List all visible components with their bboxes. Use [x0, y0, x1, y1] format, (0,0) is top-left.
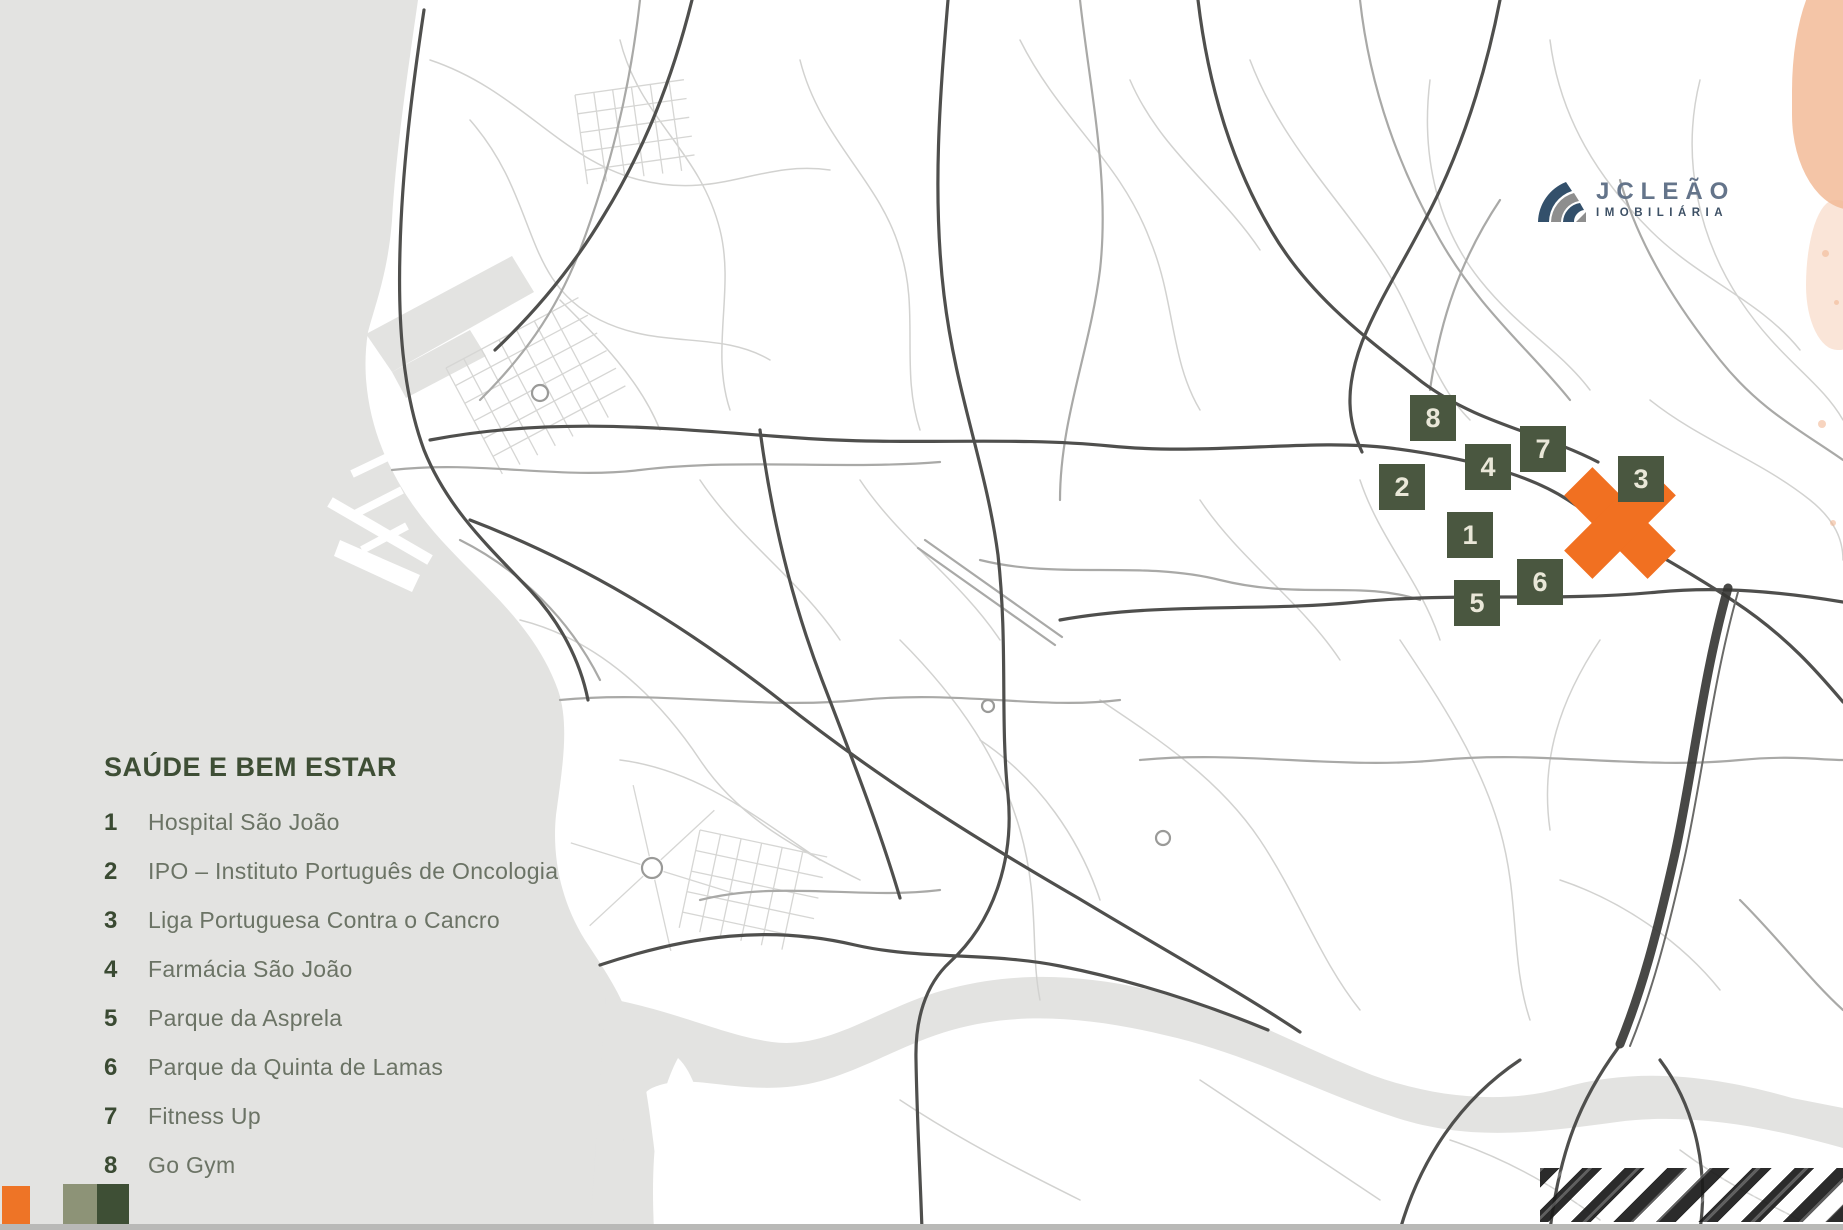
legend-item: 4 Farmácia São João — [104, 956, 584, 1005]
legend-item-number: 3 — [104, 907, 128, 935]
legend-item-number: 2 — [104, 858, 128, 886]
legend-panel: SAÚDE E BEM ESTAR 1 Hospital São João 2 IPO… — [104, 752, 584, 1201]
legend-item-label: Parque da Asprela — [148, 1005, 342, 1032]
company-logo: JCLEÃO IMOBILIÁRIA — [1536, 180, 1735, 226]
map-marker-3: 3 — [1618, 456, 1664, 502]
map-marker-6: 6 — [1517, 559, 1563, 605]
palette-swatch-sage-green — [63, 1184, 97, 1226]
legend-item-number: 8 — [104, 1152, 128, 1180]
legend-item-label: Parque da Quinta de Lamas — [148, 1054, 443, 1081]
page-bottom-strip — [0, 1224, 1843, 1230]
legend-item-number: 7 — [104, 1103, 128, 1131]
legend-item-label: IPO – Instituto Português de Oncologia — [148, 858, 558, 885]
legend-item: 1 Hospital São João — [104, 809, 584, 858]
highlight-dot — [1818, 420, 1826, 428]
legend-item-label: Liga Portuguesa Contra o Cancro — [148, 907, 500, 934]
logo-name: JCLEÃO — [1596, 180, 1735, 204]
map-page: 87423165 JCLEÃO IMOBILIÁRIA SAÚDE E BEM … — [0, 0, 1843, 1230]
legend-item-number: 5 — [104, 1005, 128, 1033]
legend-item-label: Hospital São João — [148, 809, 340, 836]
map-marker-4: 4 — [1465, 444, 1511, 490]
legend-item: 7 Fitness Up — [104, 1103, 584, 1152]
legend-item: 6 Parque da Quinta de Lamas — [104, 1054, 584, 1103]
palette-swatch-dark-green — [97, 1184, 129, 1226]
legend-item-label: Farmácia São João — [148, 956, 353, 983]
legend-list: 1 Hospital São João 2 IPO – Instituto Portu… — [104, 809, 584, 1201]
legend-item-label: Go Gym — [148, 1152, 235, 1179]
palette-swatch-orange — [2, 1186, 30, 1226]
map-marker-7: 7 — [1520, 426, 1566, 472]
legend-item: 2 IPO – Instituto Português de Oncologia — [104, 858, 584, 907]
legend-item-number: 4 — [104, 956, 128, 984]
legend-item: 8 Go Gym — [104, 1152, 584, 1201]
legend-item: 5 Parque da Asprela — [104, 1005, 584, 1054]
map-marker-5: 5 — [1454, 580, 1500, 626]
map-marker-2: 2 — [1379, 464, 1425, 510]
highlight-dot — [1830, 520, 1836, 526]
map-marker-8: 8 — [1410, 395, 1456, 441]
legend-title: SAÚDE E BEM ESTAR — [104, 752, 584, 783]
legend-item-number: 1 — [104, 809, 128, 837]
legend-item-number: 6 — [104, 1054, 128, 1082]
logo-subtitle: IMOBILIÁRIA — [1596, 207, 1735, 219]
legend-item: 3 Liga Portuguesa Contra o Cancro — [104, 907, 584, 956]
legend-item-label: Fitness Up — [148, 1103, 261, 1130]
map-marker-1: 1 — [1447, 512, 1493, 558]
logo-arcs-icon — [1536, 180, 1586, 226]
highlight-dot — [1834, 300, 1839, 305]
hazard-stripes-decoration — [1540, 1168, 1843, 1222]
highlight-dot — [1822, 250, 1829, 257]
